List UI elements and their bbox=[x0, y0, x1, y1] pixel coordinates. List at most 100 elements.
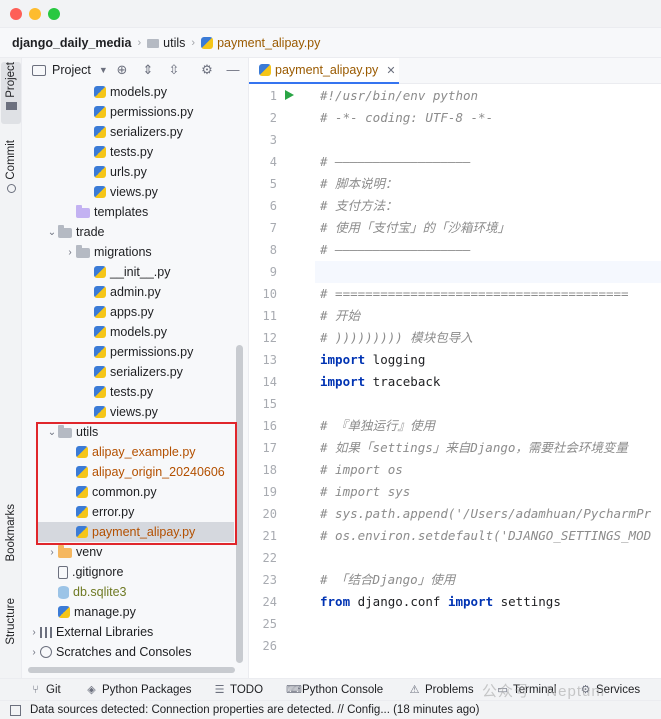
tree-item[interactable]: urls.py bbox=[22, 162, 234, 182]
tool-window-python-console[interactable]: ⌨ Python Console bbox=[286, 682, 383, 698]
chevron-right-icon[interactable]: › bbox=[28, 647, 40, 658]
tree-item-label: views.py bbox=[110, 185, 158, 199]
tree-item[interactable]: › migrations bbox=[22, 242, 234, 262]
tree-item[interactable]: › Scratches and Consoles bbox=[22, 642, 234, 662]
tree-item[interactable]: templates bbox=[22, 202, 234, 222]
line-number: 5 bbox=[269, 177, 277, 191]
code-area[interactable]: #!/usr/bin/env python # -*- coding: UTF-8… bbox=[315, 84, 661, 678]
tree-item[interactable]: › venv bbox=[22, 542, 234, 562]
chevron-down-icon[interactable]: ▼ bbox=[99, 65, 108, 75]
code-comment: # 使用「支付宝」的「沙箱环境」 bbox=[320, 220, 511, 235]
code-text: django.conf bbox=[350, 594, 448, 609]
code-comment: # 『单独运行』使用 bbox=[320, 418, 436, 433]
tree-item[interactable]: serializers.py bbox=[22, 122, 234, 142]
chevron-down-icon[interactable]: ⌄ bbox=[46, 227, 58, 238]
library-icon bbox=[40, 626, 52, 638]
gear-icon[interactable]: ⚙ bbox=[199, 62, 215, 78]
tree-item[interactable]: tests.py bbox=[22, 382, 234, 402]
tree-item[interactable]: views.py bbox=[22, 182, 234, 202]
tree-item[interactable]: permissions.py bbox=[22, 342, 234, 362]
bookmarks-tool-tab[interactable]: Bookmarks bbox=[1, 504, 21, 568]
chevron-right-icon[interactable]: › bbox=[28, 627, 40, 638]
venv-folder-icon bbox=[58, 544, 72, 558]
tool-window-label: TODO bbox=[230, 684, 264, 696]
tree-item[interactable]: serializers.py bbox=[22, 362, 234, 382]
code-keyword: import bbox=[320, 374, 366, 389]
code-text: traceback bbox=[365, 374, 441, 389]
folder-icon bbox=[5, 101, 17, 110]
bookmarks-tool-label: Bookmarks bbox=[5, 504, 17, 562]
tool-window-todo[interactable]: ☰ TODO bbox=[214, 682, 263, 698]
tree-item[interactable]: views.py bbox=[22, 402, 234, 422]
python-file-icon bbox=[94, 366, 106, 378]
highlight-box bbox=[36, 422, 237, 545]
tree-item-label: External Libraries bbox=[56, 625, 154, 639]
expand-all-icon[interactable]: ⇕ bbox=[140, 62, 156, 78]
breadcrumb-project[interactable]: django_daily_media bbox=[12, 36, 131, 50]
status-icon[interactable] bbox=[10, 704, 21, 716]
tree-item[interactable]: apps.py bbox=[22, 302, 234, 322]
tree-item-label: admin.py bbox=[110, 285, 161, 299]
run-icon[interactable] bbox=[285, 90, 294, 100]
tab-payment-alipay[interactable]: payment_alipay.py ✕ bbox=[249, 58, 399, 84]
close-icon[interactable]: ✕ bbox=[386, 64, 395, 77]
tree-item[interactable]: .gitignore bbox=[22, 562, 234, 582]
tree-item[interactable]: admin.py bbox=[22, 282, 234, 302]
close-window-button[interactable] bbox=[10, 8, 22, 20]
editor: payment_alipay.py ✕ 1 2 3 4 5 6 7 8 9 10 11 12 13 14 1… bbox=[249, 58, 661, 678]
crosshair-icon[interactable]: ⊕ bbox=[114, 62, 130, 78]
tree-item[interactable]: tests.py bbox=[22, 142, 234, 162]
tree-item[interactable]: models.py bbox=[22, 322, 234, 342]
python-file-icon bbox=[94, 326, 106, 338]
line-number: 10 bbox=[262, 287, 277, 301]
tree-item-label: views.py bbox=[110, 405, 158, 419]
tool-window-python-packages[interactable]: ◈ Python Packages bbox=[86, 682, 192, 698]
structure-tool-tab[interactable]: Structure bbox=[1, 598, 21, 662]
line-number: 7 bbox=[269, 221, 277, 235]
chevron-right-icon: › bbox=[137, 36, 142, 49]
tree-item-label: apps.py bbox=[110, 305, 154, 319]
python-file-icon bbox=[94, 146, 106, 158]
breadcrumb-folder-label: utils bbox=[163, 35, 186, 50]
chevron-right-icon[interactable]: › bbox=[46, 547, 58, 558]
line-number: 17 bbox=[262, 441, 277, 455]
project-panel-title[interactable]: Project bbox=[52, 63, 91, 77]
breadcrumb-file-label: payment_alipay.py bbox=[217, 35, 321, 50]
tool-window-git[interactable]: ⑂ Git bbox=[30, 682, 61, 698]
tree-item[interactable]: › External Libraries bbox=[22, 622, 234, 642]
code-line: # 『单独运行』使用 bbox=[320, 415, 435, 437]
code-keyword: from bbox=[320, 594, 351, 609]
tree-item[interactable]: db.sqlite3 bbox=[22, 582, 234, 602]
code-line: # 支付方法： bbox=[320, 195, 398, 217]
tree-item-label: trade bbox=[76, 225, 105, 239]
collapse-all-icon[interactable]: ⇳ bbox=[166, 62, 182, 78]
status-message[interactable]: Data sources detected: Connection proper… bbox=[30, 704, 479, 716]
breadcrumb-folder[interactable]: utils bbox=[147, 36, 185, 50]
project-tool-tab[interactable]: Project bbox=[1, 62, 21, 124]
python-file-icon bbox=[94, 306, 106, 318]
tree-item[interactable]: manage.py bbox=[22, 602, 234, 622]
tree-item[interactable]: permissions.py bbox=[22, 102, 234, 122]
layers-icon: ◈ bbox=[87, 683, 96, 696]
tree-item[interactable]: __init__.py bbox=[22, 262, 234, 282]
tree-item[interactable]: ⌄ trade bbox=[22, 222, 234, 242]
tree-item-label: urls.py bbox=[110, 165, 147, 179]
tool-window-problems[interactable]: ⚠ Problems bbox=[409, 682, 474, 698]
code-line: # —————————————————— bbox=[320, 151, 471, 173]
code-text: settings bbox=[493, 594, 561, 609]
minimize-icon[interactable]: — bbox=[225, 62, 241, 78]
tool-window-label: Python Packages bbox=[102, 684, 192, 696]
horizontal-scrollbar[interactable] bbox=[28, 667, 235, 673]
line-number: 16 bbox=[262, 419, 277, 433]
minimize-window-button[interactable] bbox=[29, 8, 41, 20]
breadcrumb-file[interactable]: payment_alipay.py bbox=[201, 36, 320, 50]
tree-item-label: serializers.py bbox=[110, 365, 183, 379]
tree-item[interactable]: models.py bbox=[22, 82, 234, 102]
vertical-scrollbar[interactable] bbox=[236, 345, 243, 663]
code-comment: #!/usr/bin/env python bbox=[320, 88, 479, 103]
commit-tool-tab[interactable]: Commit bbox=[1, 140, 21, 202]
zoom-window-button[interactable] bbox=[48, 8, 60, 20]
chevron-right-icon[interactable]: › bbox=[64, 247, 76, 258]
python-file-icon bbox=[94, 286, 106, 298]
python-file-icon bbox=[94, 406, 106, 418]
